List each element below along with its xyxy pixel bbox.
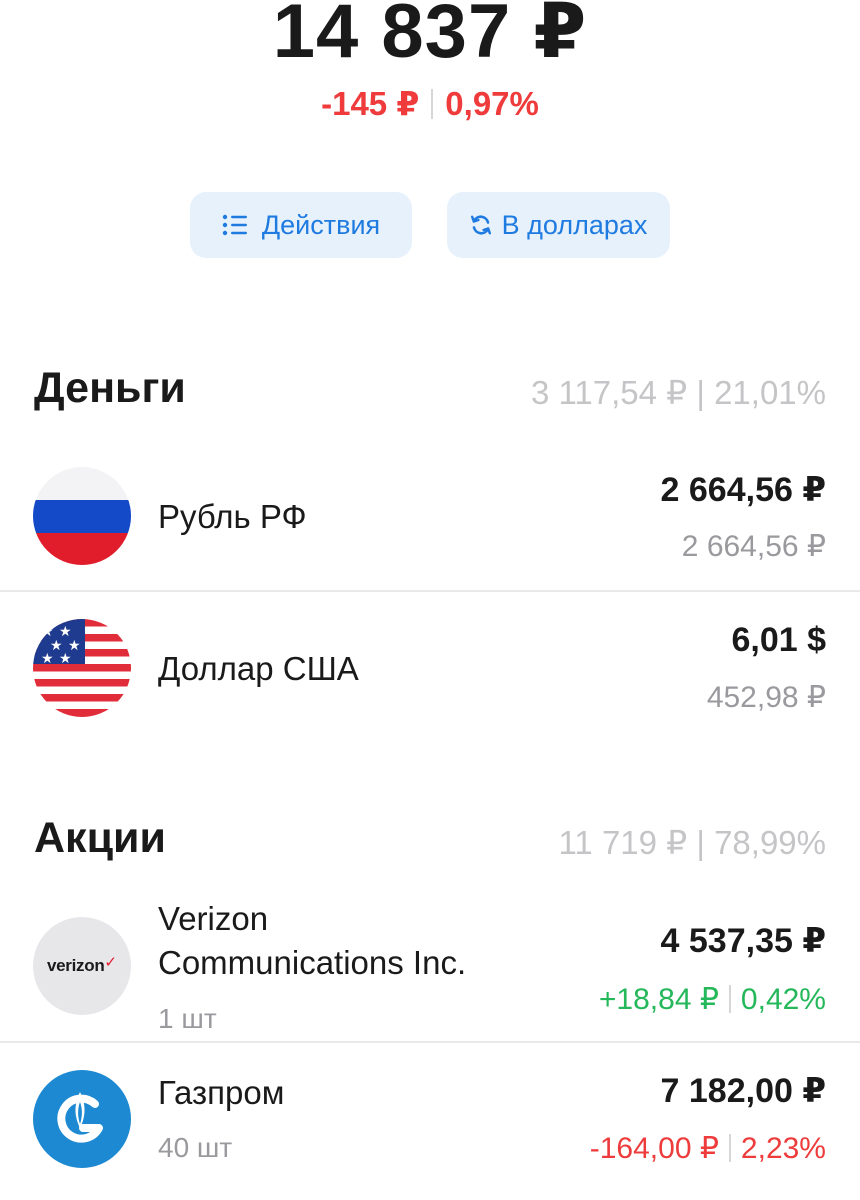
currency-toggle-label: В долларах [501,209,648,240]
actions-label: Действия [261,209,381,240]
section-summary-stocks: 11 719 ₽ | 78,99% [558,824,826,861]
asset-value-rub: 2 664,56 ₽ [681,530,826,563]
divider [431,89,434,119]
asset-amount: 6,01 $ [731,621,826,659]
asset-change: -164,00 ₽ 2,23% [590,1131,826,1166]
asset-name: Доллар США [158,650,359,687]
asset-name: Рубль РФ [158,498,307,535]
divider [0,1041,860,1043]
section-title-stocks: Акции [34,814,166,862]
asset-value-rub: 452,98 ₽ [706,681,826,714]
russia-flag-icon [33,467,131,565]
svg-text:★: ★ [41,651,54,667]
currency-toggle-button[interactable]: В долларах [447,192,670,258]
divider [728,985,731,1013]
asset-amount: 4 537,35 ₽ [660,922,826,960]
asset-quantity: 40 шт [158,1132,233,1163]
asset-change-amount: -164,00 ₽ [589,1132,719,1165]
list-icon [222,214,247,236]
actions-button[interactable]: Действия [190,192,412,258]
asset-change-amount: +18,84 ₽ [598,983,719,1016]
usa-flag-icon: ★ ★ ★ ★ ★ ★ [33,619,131,717]
asset-change-percent: 2,23% [740,1132,826,1165]
gazprom-logo-icon [33,1070,131,1168]
section-title-money: Деньги [34,364,186,412]
asset-change: +18,84 ₽ 0,42% [599,982,826,1017]
asset-amount: 7 182,00 ₽ [660,1072,826,1110]
svg-text:★: ★ [59,651,72,667]
asset-change-percent: 0,42% [740,983,826,1016]
divider [0,590,860,592]
verizon-logo-icon: verizon ✓ [33,917,131,1015]
asset-name-line2: Communications Inc. [158,944,467,981]
section-summary-money: 3 117,54 ₽ | 21,01% [530,374,826,411]
portfolio-change-amount: -145 ₽ [321,85,420,122]
portfolio-change: -145 ₽ 0,97% [0,84,860,123]
asset-amount: 2 664,56 ₽ [660,471,826,509]
refresh-icon [470,215,491,235]
asset-name-line1: Verizon [158,900,269,937]
asset-quantity: 1 шт [158,1003,217,1034]
asset-name: Газпром [158,1074,285,1111]
portfolio-change-percent: 0,97% [445,85,539,122]
divider [728,1134,731,1162]
portfolio-total: 14 837 ₽ [272,0,588,74]
